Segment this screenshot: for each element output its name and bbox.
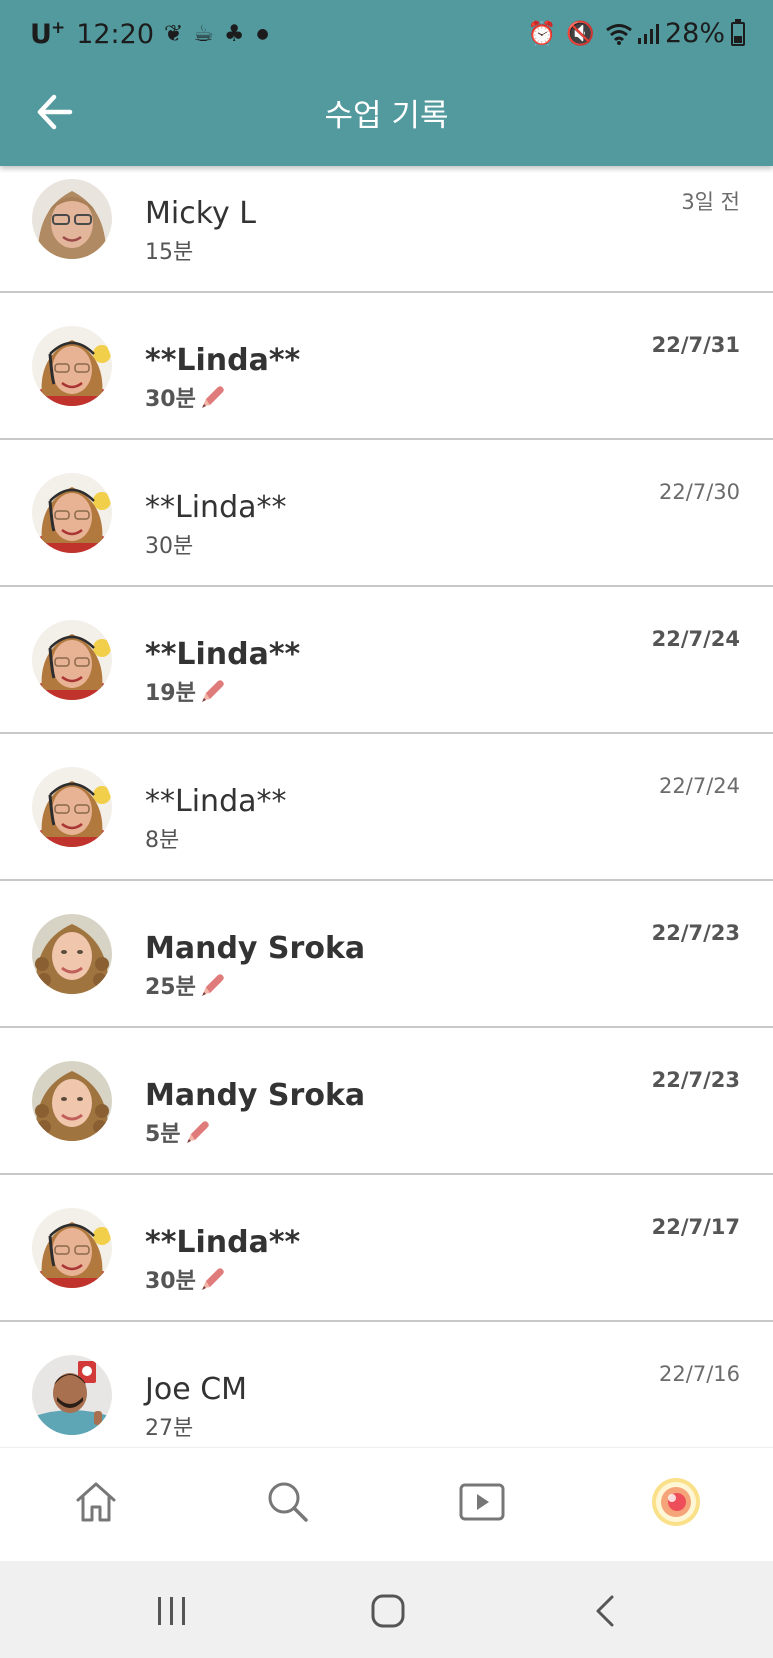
lesson-date: 22/7/31 <box>651 333 740 357</box>
tutor-name: Micky L <box>145 196 257 231</box>
duration-text: 30분 <box>145 534 194 559</box>
lesson-record-row[interactable]: Mandy Sroka 25분 22/7/23 <box>0 881 773 1028</box>
play-icon <box>459 1483 505 1521</box>
lesson-date: 22/7/17 <box>651 1215 740 1239</box>
system-home-button[interactable] <box>368 1591 408 1631</box>
duration-text: 30분 <box>145 1269 196 1294</box>
home-icon <box>76 1482 116 1522</box>
lesson-duration: 27분 <box>145 1410 193 1442</box>
tutor-avatar <box>32 473 112 553</box>
duration-text: 30분 <box>145 387 196 412</box>
lesson-duration: 19분 <box>145 675 226 707</box>
tutor-avatar <box>32 1061 112 1141</box>
lesson-duration: 30분 <box>145 381 226 413</box>
tutor-avatar <box>32 179 112 259</box>
carrier-label: U+ <box>30 18 65 50</box>
mute-icon: 🔇 <box>566 21 595 47</box>
lesson-duration: 5분 <box>145 1116 211 1148</box>
lesson-duration: 8분 <box>145 822 179 854</box>
lesson-date: 22/7/24 <box>659 774 740 798</box>
lesson-record-row[interactable]: **Linda** 30분 22/7/17 <box>0 1175 773 1322</box>
page-title: 수업 기록 <box>324 98 449 134</box>
back-chevron-icon <box>596 1595 614 1627</box>
tutor-avatar <box>32 767 112 847</box>
app-bar: U+ 12:20 ❦ ☕ ♣ ● ⏰ 🔇 28% 수업 기록 <box>0 0 773 166</box>
search-icon <box>268 1482 308 1522</box>
lesson-record-list[interactable]: Micky L 15분 3일 전 **Linda** 30분 22/7/31 **Linda… <box>0 166 773 1447</box>
alarm-icon: ⏰ <box>527 21 557 47</box>
tutor-name: **Linda** <box>145 343 301 378</box>
tutor-name: **Linda** <box>145 1225 301 1260</box>
duration-text: 27분 <box>145 1416 194 1441</box>
edit-pencil-icon <box>201 680 224 702</box>
tutor-name: **Linda** <box>145 637 301 672</box>
duration-text: 5분 <box>145 1122 181 1147</box>
leaf-icon: ❦ <box>164 21 184 47</box>
nav-profile[interactable] <box>650 1476 702 1528</box>
lesson-date: 3일 전 <box>681 190 740 214</box>
duration-text: 19분 <box>145 681 196 706</box>
nav-home[interactable] <box>70 1476 122 1528</box>
recents-icon <box>158 1597 185 1625</box>
edit-pencil-icon <box>201 974 224 996</box>
tutor-name: Mandy Sroka <box>145 931 366 966</box>
lesson-record-row[interactable]: **Linda** 19분 22/7/24 <box>0 587 773 734</box>
bottom-navigation <box>0 1447 773 1561</box>
tutor-name: Mandy Sroka <box>145 1078 366 1113</box>
lesson-duration: 15분 <box>145 234 193 266</box>
cup-icon: ☕ <box>193 21 214 47</box>
lesson-date: 22/7/16 <box>659 1362 740 1386</box>
system-navigation-bar <box>0 1561 773 1658</box>
duration-text: 25분 <box>145 975 196 1000</box>
edit-pencil-icon <box>186 1121 209 1143</box>
dot-icon: ● <box>256 26 269 42</box>
tutor-name: **Linda** <box>145 784 287 819</box>
clock: 12:20 <box>76 18 154 50</box>
status-right: ⏰ 🔇 28% <box>528 18 745 49</box>
nav-search[interactable] <box>262 1476 314 1528</box>
tutor-name: **Linda** <box>145 490 287 525</box>
duration-text: 15분 <box>145 240 194 265</box>
tutor-avatar <box>32 620 112 700</box>
battery-percent: 28% <box>664 18 725 49</box>
lesson-duration: 30분 <box>145 528 193 560</box>
tutor-avatar <box>32 914 112 994</box>
tutor-avatar <box>32 326 112 406</box>
battery-icon <box>731 18 745 46</box>
tutor-avatar <box>32 1208 112 1288</box>
lesson-record-row[interactable]: **Linda** 30분 22/7/31 <box>0 293 773 440</box>
duration-text: 8분 <box>145 828 180 853</box>
lesson-date: 22/7/23 <box>651 921 740 945</box>
lesson-duration: 30분 <box>145 1263 226 1295</box>
lesson-record-row[interactable]: **Linda** 30분 22/7/30 <box>0 440 773 587</box>
edit-pencil-icon <box>201 1268 224 1290</box>
status-bar: U+ 12:20 ❦ ☕ ♣ ● ⏰ 🔇 28% <box>0 0 773 66</box>
lesson-date: 22/7/24 <box>651 627 740 651</box>
lesson-record-row[interactable]: Joe CM 27분 22/7/16 <box>0 1322 773 1447</box>
edit-pencil-icon <box>201 386 224 408</box>
recents-button[interactable] <box>152 1591 192 1631</box>
system-back-button[interactable] <box>586 1591 626 1631</box>
lesson-record-row[interactable]: Mandy Sroka 5분 22/7/23 <box>0 1028 773 1175</box>
home-circle-icon <box>371 1594 405 1628</box>
lesson-record-row[interactable]: Micky L 15분 3일 전 <box>0 166 773 293</box>
profile-icon <box>652 1478 700 1526</box>
lesson-date: 22/7/23 <box>651 1068 740 1092</box>
nav-video[interactable] <box>456 1476 508 1528</box>
lesson-date: 22/7/30 <box>659 480 740 504</box>
status-left: U+ 12:20 ❦ ☕ ♣ ● <box>30 18 269 50</box>
clover-icon: ♣ <box>223 21 245 47</box>
signal-icon <box>637 23 659 44</box>
lesson-duration: 25분 <box>145 969 226 1001</box>
lesson-record-row[interactable]: **Linda** 8분 22/7/24 <box>0 734 773 881</box>
wifi-icon <box>606 23 632 45</box>
tutor-avatar <box>32 1355 112 1435</box>
tutor-name: Joe CM <box>145 1372 248 1407</box>
